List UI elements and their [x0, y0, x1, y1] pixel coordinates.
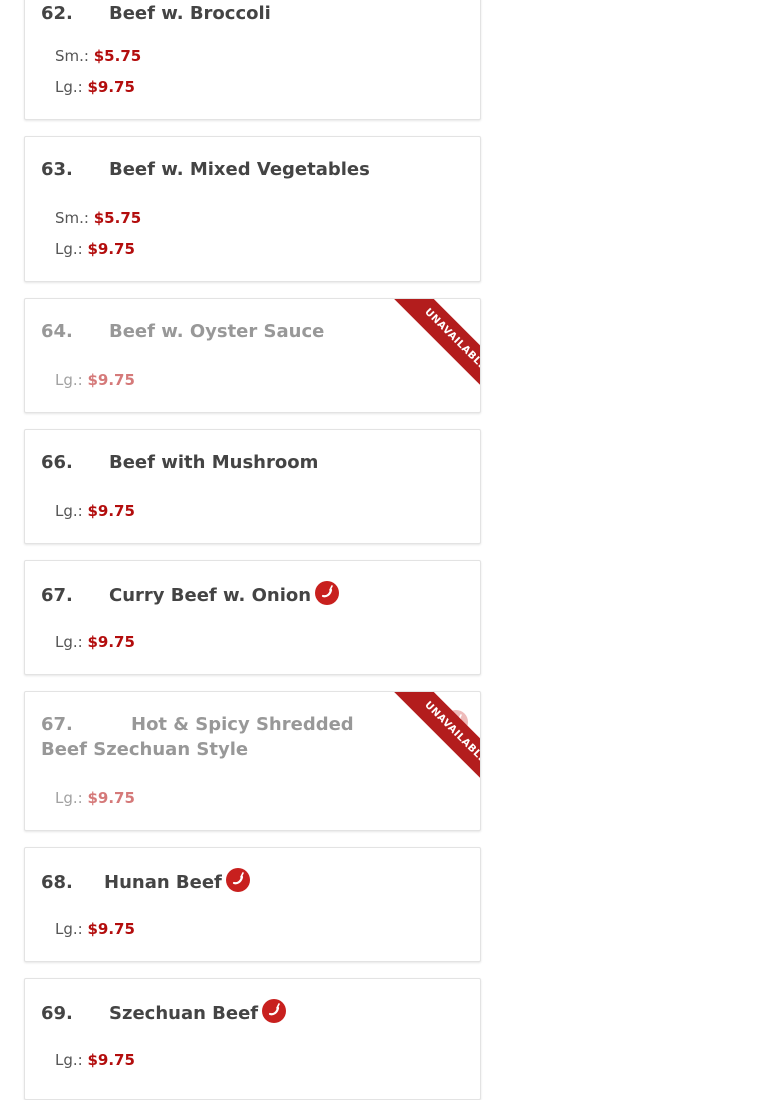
item-name: Hunan Beef [104, 872, 222, 893]
price: $9.75 [87, 789, 135, 807]
size-label: Lg.: [55, 789, 83, 807]
price-row-small: Sm.: $5.75 [55, 47, 141, 65]
unavailable-label: UNAVAILABLE [392, 692, 480, 786]
chili-pepper-icon [225, 868, 250, 892]
price-row-large: Lg.: $9.75 [55, 633, 135, 651]
item-name: Szechuan Beef [109, 1003, 259, 1024]
menu-item-title: 62. Beef w. Broccoli [41, 1, 371, 26]
price-row-large: Lg.: $9.75 [55, 502, 135, 520]
item-number: 62. [41, 3, 73, 24]
menu-item-title: 69. Szechuan Beef [41, 999, 371, 1026]
price: $5.75 [93, 47, 142, 65]
price: $9.75 [87, 502, 135, 520]
menu-item-title: 63. Beef w. Mixed Vegetables [41, 157, 371, 182]
size-label: Lg.: [55, 502, 83, 520]
item-number: 67. [41, 585, 73, 606]
price: $9.75 [87, 633, 135, 651]
menu-item-card[interactable]: 67. Hot & Spicy Shredded Beef Szechuan St… [24, 691, 481, 831]
price-row-large: Lg.: $9.75 [55, 240, 135, 258]
price-row-large: Lg.: $9.75 [55, 1051, 135, 1069]
item-name: Curry Beef w. Onion [109, 585, 312, 606]
price: $9.75 [87, 240, 135, 258]
menu-item-card[interactable]: 67. Curry Beef w. Onion Lg.: $9.75 [24, 560, 481, 675]
item-name: Beef w. Mixed Vegetables [109, 159, 370, 180]
menu-item-card[interactable]: 64. Beef w. Oyster Sauce Lg.: $9.75 UNAVA… [24, 298, 481, 413]
item-number: 64. [41, 321, 73, 342]
price: $5.75 [93, 209, 142, 227]
unavailable-ribbon: UNAVAILABLE [386, 299, 480, 393]
price: $9.75 [87, 920, 135, 938]
price: $9.75 [87, 371, 135, 389]
menu-item-card[interactable]: 62. Beef w. Broccoli Sm.: $5.75 Lg.: $9.7… [24, 0, 481, 120]
price-row-small: Sm.: $5.75 [55, 209, 141, 227]
item-number: 67. [41, 714, 73, 735]
price-row-large: Lg.: $9.75 [55, 371, 135, 389]
menu-item-title: 64. Beef w. Oyster Sauce [41, 319, 371, 344]
item-name: Beef w. Broccoli [109, 3, 271, 24]
menu-item-card[interactable]: 68. Hunan Beef Lg.: $9.75 [24, 847, 481, 962]
item-number: 69. [41, 1003, 73, 1024]
size-label: Sm.: [55, 47, 89, 65]
size-label: Sm.: [55, 209, 89, 227]
size-label: Lg.: [55, 78, 83, 96]
unavailable-ribbon: UNAVAILABLE [386, 692, 480, 786]
size-label: Lg.: [55, 240, 83, 258]
menu-item-title: 67. Hot & Spicy Shredded Beef Szechuan St… [41, 712, 371, 762]
menu-item-title: 68. Hunan Beef [41, 868, 371, 895]
chili-pepper-icon [315, 581, 340, 605]
item-name: Beef with Mushroom [109, 452, 319, 473]
item-name: Beef w. Oyster Sauce [109, 321, 325, 342]
menu-item-card[interactable]: 66. Beef with Mushroom Lg.: $9.75 [24, 429, 481, 544]
menu-item-title: 66. Beef with Mushroom [41, 450, 371, 475]
size-label: Lg.: [55, 1051, 83, 1069]
price-row-large: Lg.: $9.75 [55, 920, 135, 938]
price: $9.75 [87, 1051, 135, 1069]
menu-item-card[interactable]: 69. Szechuan Beef Lg.: $9.75 [24, 978, 481, 1100]
size-label: Lg.: [55, 371, 83, 389]
unavailable-label: UNAVAILABLE [392, 299, 480, 393]
size-label: Lg.: [55, 920, 83, 938]
price-row-large: Lg.: $9.75 [55, 78, 135, 96]
price-row-large: Lg.: $9.75 [55, 789, 135, 807]
menu-item-card[interactable]: 63. Beef w. Mixed Vegetables Sm.: $5.75 L… [24, 136, 481, 282]
size-label: Lg.: [55, 633, 83, 651]
item-number: 63. [41, 159, 73, 180]
price: $9.75 [87, 78, 135, 96]
item-number: 66. [41, 452, 73, 473]
menu-item-title: 67. Curry Beef w. Onion [41, 581, 371, 608]
chili-pepper-icon [262, 999, 287, 1023]
item-number: 68. [41, 872, 73, 893]
